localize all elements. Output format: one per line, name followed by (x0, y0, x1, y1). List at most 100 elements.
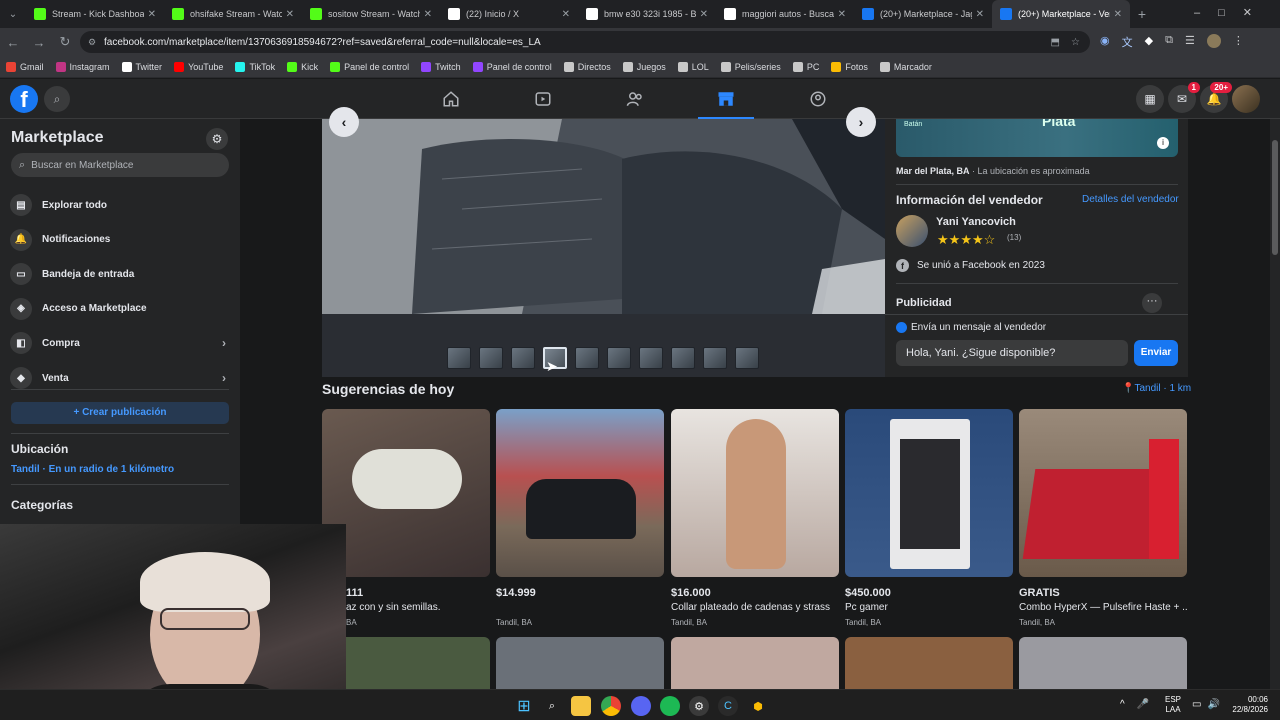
browser-tab[interactable]: sositow Stream - Watch Live ✕ (302, 0, 440, 28)
extension-2-icon[interactable]: ◆ (1145, 34, 1153, 50)
network-volume-icons[interactable]: ▭🔊 (1192, 699, 1226, 710)
tab-search-icon[interactable]: ⌄ (0, 9, 26, 20)
browser-tab[interactable]: bmw e30 323i 1985 - Buscar ✕ (578, 0, 716, 28)
marketplace-search[interactable]: ⌕ (11, 153, 229, 177)
seller-name[interactable]: Yani Yancovich (936, 216, 1016, 228)
discord-icon[interactable] (631, 696, 651, 716)
search-icon[interactable]: ⌕ (542, 696, 562, 716)
bookmark-item[interactable]: Fotos (831, 61, 868, 72)
app-icon[interactable]: ⬢ (748, 696, 768, 716)
bookmark-item[interactable]: YouTube (174, 61, 223, 72)
message-field[interactable] (896, 340, 1128, 366)
browser-tab[interactable]: (20+) Marketplace - Jaguar ✕ (854, 0, 992, 28)
photo-thumbnail[interactable] (479, 347, 503, 369)
listing-card-image[interactable] (1019, 409, 1187, 577)
bookmark-item[interactable]: PC (792, 61, 819, 72)
gear-icon[interactable]: ⚙ (206, 128, 228, 150)
chrome-icon[interactable] (601, 696, 621, 716)
close-tab-icon[interactable]: ✕ (424, 9, 432, 20)
more-options-icon[interactable]: ··· (1142, 293, 1162, 313)
browser-tab[interactable]: Stream - Kick Dashboard ✕ (26, 0, 164, 28)
profile-avatar[interactable] (1232, 85, 1260, 113)
bell-icon[interactable]: 🔔 20+ (1200, 82, 1232, 113)
photo-thumbnail[interactable] (575, 347, 599, 369)
bookmark-item[interactable]: TikTok (235, 61, 275, 72)
steam-icon[interactable]: ⚙ (689, 696, 709, 716)
url-field[interactable]: ⚙ facebook.com/marketplace/item/13706369… (80, 31, 1090, 53)
listing-card-image[interactable] (845, 409, 1013, 577)
new-tab-button[interactable]: + (1130, 6, 1154, 22)
profile-avatar[interactable] (1206, 34, 1221, 48)
close-tab-icon[interactable]: ✕ (148, 9, 156, 20)
video-icon[interactable] (511, 79, 575, 119)
seller-details-link[interactable]: Detalles del vendedor (1082, 194, 1179, 205)
groups-icon[interactable] (786, 79, 850, 119)
sidebar-item-bell[interactable]: 🔔 Notificaciones (10, 225, 230, 255)
bookmark-item[interactable]: Instagram (55, 61, 110, 72)
bookmark-star-icon[interactable]: ☆ (1071, 37, 1080, 48)
menu-icon[interactable]: ⋮ (1233, 34, 1244, 50)
window-controls[interactable]: –□✕ (1194, 6, 1270, 19)
photo-thumbnail[interactable] (703, 347, 727, 369)
seller-avatar[interactable] (896, 215, 928, 247)
bookmark-item[interactable]: Twitch (421, 61, 461, 72)
create-listing-button[interactable]: + Crear publicación (11, 402, 229, 424)
file-explorer-icon[interactable] (571, 696, 591, 716)
reading-list-icon[interactable]: ☰ (1185, 34, 1195, 50)
listing-card-image[interactable] (322, 637, 490, 689)
bookmark-item[interactable]: Twitter (121, 61, 162, 72)
close-tab-icon[interactable]: ✕ (976, 9, 984, 20)
listing-card-image[interactable] (1019, 637, 1187, 689)
next-photo-button[interactable]: › (846, 107, 876, 137)
bookmark-item[interactable]: Marcador (879, 61, 932, 72)
windows-start-icon[interactable]: ⊞ (514, 696, 534, 716)
bookmark-item[interactable]: Pelis/series (720, 61, 781, 72)
photo-thumbnail[interactable] (607, 347, 631, 369)
listing-card-image[interactable] (496, 637, 664, 689)
scrollbar-thumb[interactable] (1272, 140, 1278, 255)
close-tab-icon[interactable]: ✕ (286, 9, 294, 20)
listing-price[interactable]: 111 (346, 587, 363, 599)
listing-price[interactable]: $16.000 (671, 587, 711, 599)
listing-price[interactable]: GRATIS (1019, 587, 1060, 599)
send-button[interactable]: Enviar (1134, 340, 1178, 366)
search-input[interactable] (31, 159, 212, 171)
sidebar-item-storefront[interactable]: ▤ Explorar todo (10, 190, 230, 220)
listing-title[interactable]: Collar plateado de cadenas y strass (671, 602, 839, 613)
photo-thumbnail[interactable] (511, 347, 535, 369)
forward-icon[interactable]: → (26, 35, 52, 50)
photo-thumbnail[interactable] (447, 347, 471, 369)
puzzle-icon[interactable]: ⧉ (1165, 34, 1173, 50)
facebook-logo[interactable]: f (10, 85, 38, 113)
message-input[interactable] (906, 347, 1116, 359)
listing-title[interactable]: Combo HyperX — Pulsefire Haste + ... (1019, 602, 1187, 613)
install-icon[interactable]: ⬒ (1051, 37, 1060, 48)
close-tab-icon[interactable]: ✕ (1114, 9, 1122, 20)
browser-tab[interactable]: (20+) Marketplace - Vende ✕ (992, 0, 1130, 28)
close-tab-icon[interactable]: ✕ (700, 9, 708, 20)
bookmark-item[interactable]: Gmail (6, 61, 44, 72)
info-icon[interactable]: i (1157, 137, 1169, 149)
suggestions-location[interactable]: 📍Tandil · 1 km (1122, 383, 1191, 394)
photo-thumbnail[interactable] (671, 347, 695, 369)
listing-card-image[interactable] (496, 409, 664, 577)
clock[interactable]: 00:06 22/8/2026 (1228, 695, 1268, 715)
bookmark-item[interactable]: Panel de control (472, 61, 552, 72)
site-info-icon[interactable]: ⚙ (88, 37, 96, 48)
listing-card-image[interactable] (671, 637, 839, 689)
language-indicator[interactable]: ESP LAA (1165, 695, 1181, 715)
review-count[interactable]: (13) (1007, 233, 1021, 242)
prev-photo-button[interactable]: ‹ (329, 107, 359, 137)
reload-icon[interactable]: ↻ (52, 34, 78, 50)
back-icon[interactable]: ← (0, 35, 26, 50)
listing-card-image[interactable] (845, 637, 1013, 689)
bookmark-item[interactable]: Juegos (622, 61, 666, 72)
listing-title[interactable]: Pc gamer (845, 602, 1013, 613)
listing-price[interactable]: $450.000 (845, 587, 891, 599)
menu-grid-icon[interactable]: ▦ (1136, 85, 1164, 113)
home-icon[interactable] (419, 79, 483, 119)
listing-title[interactable]: az con y sin semillas. (346, 602, 514, 613)
translate-icon[interactable]: 文 (1122, 34, 1133, 50)
location-map[interactable]: Batán Plata i (896, 119, 1178, 157)
spotify-icon[interactable] (660, 696, 680, 716)
